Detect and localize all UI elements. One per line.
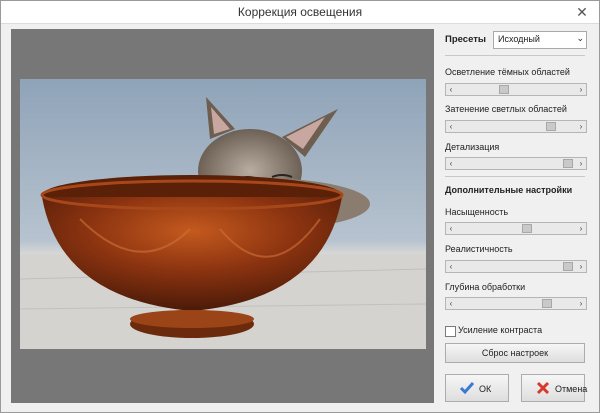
divider [445, 176, 585, 177]
arrow-right-icon[interactable]: › [576, 223, 586, 234]
close-icon[interactable]: ✕ [573, 3, 591, 21]
slider-saturation[interactable]: ‹ › [445, 222, 587, 235]
chevron-down-icon: ⌄ [576, 33, 584, 43]
arrow-left-icon[interactable]: ‹ [446, 223, 456, 234]
presets-dropdown[interactable]: Исходный ⌄ [493, 31, 587, 49]
slider-shadows[interactable]: ‹ › [445, 83, 587, 96]
slider-label-saturation: Насыщенность [445, 207, 509, 217]
title-bar: Коррекция освещения ✕ [1, 1, 599, 24]
ok-button[interactable]: ОК [445, 374, 509, 402]
arrow-right-icon[interactable]: › [576, 261, 586, 272]
dialog-window: Коррекция освещения ✕ Пресеты Исходный ⌄… [0, 0, 600, 413]
slider-thumb[interactable] [498, 85, 509, 94]
arrow-left-icon[interactable]: ‹ [446, 158, 456, 169]
slider-depth[interactable]: ‹ › [445, 297, 587, 310]
divider [445, 55, 585, 56]
arrow-right-icon[interactable]: › [576, 298, 586, 309]
preview-image [20, 79, 426, 349]
cancel-button-label: Отмена [555, 384, 588, 394]
preview-area [11, 29, 434, 403]
arrow-left-icon[interactable]: ‹ [446, 121, 456, 132]
arrow-left-icon[interactable]: ‹ [446, 84, 456, 95]
arrow-right-icon[interactable]: › [576, 121, 586, 132]
kitten-in-bowl-image [20, 79, 426, 349]
arrow-right-icon[interactable]: › [576, 84, 586, 95]
reset-settings-button[interactable]: Сброс настроек [445, 343, 585, 363]
arrow-left-icon[interactable]: ‹ [446, 261, 456, 272]
checkmark-icon [459, 382, 475, 395]
contrast-checkbox[interactable] [445, 326, 456, 337]
slider-realism[interactable]: ‹ › [445, 260, 587, 273]
arrow-right-icon[interactable]: › [576, 158, 586, 169]
slider-thumb[interactable] [562, 159, 573, 168]
contrast-checkbox-label: Усиление контраста [458, 325, 543, 335]
slider-thumb[interactable] [541, 299, 552, 308]
presets-row: Пресеты Исходный ⌄ [445, 31, 591, 49]
settings-panel: Пресеты Исходный ⌄ Осветление тёмных обл… [445, 27, 591, 407]
arrow-left-icon[interactable]: ‹ [446, 298, 456, 309]
slider-highlights[interactable]: ‹ › [445, 120, 587, 133]
slider-thumb[interactable] [562, 262, 573, 271]
cancel-button[interactable]: Отмена [521, 374, 588, 402]
slider-label-shadows: Осветление тёмных областей [445, 67, 570, 77]
red-x-icon [536, 381, 550, 395]
slider-thumb[interactable] [546, 122, 557, 131]
window-title: Коррекция освещения [237, 5, 363, 19]
slider-thumb[interactable] [522, 224, 532, 233]
presets-label: Пресеты [445, 34, 486, 45]
presets-selected-value: Исходный [498, 34, 540, 44]
ok-button-label: ОК [479, 384, 492, 394]
slider-label-depth: Глубина обработки [445, 282, 526, 292]
slider-detail[interactable]: ‹ › [445, 157, 587, 170]
slider-label-highlights: Затенение светлых областей [445, 104, 567, 114]
slider-label-realism: Реалистичность [445, 244, 513, 254]
advanced-settings-title: Дополнительные настройки [445, 185, 573, 195]
slider-label-detail: Детализация [445, 142, 500, 152]
contrast-checkbox-row[interactable]: Усиление контраста [445, 325, 585, 337]
